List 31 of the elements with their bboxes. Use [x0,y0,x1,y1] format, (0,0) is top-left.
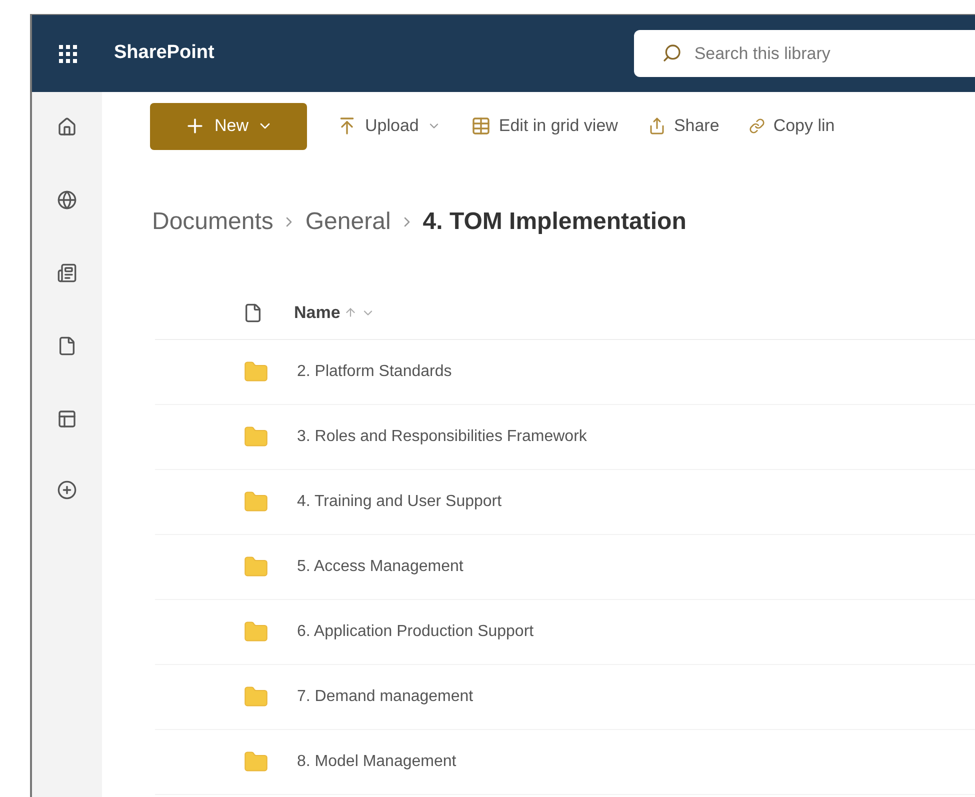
folder-name[interactable]: 3. Roles and Responsibilities Framework [297,425,587,449]
file-icon[interactable] [57,336,77,356]
search-field[interactable]: Search this library [634,30,975,77]
breadcrumb-link[interactable]: 4. TOM Implementation [422,204,686,240]
copy-link-button[interactable]: Copy lin [749,113,835,139]
search-icon [662,43,682,63]
file-type-icon [243,302,263,322]
new-button[interactable]: New [150,102,307,150]
link-icon [749,118,766,134]
folder-name[interactable]: 7. Demand management [297,685,474,709]
folder-name[interactable]: 5. Access Management [297,555,464,579]
app-title: SharePoint [114,41,214,66]
home-icon[interactable] [57,117,77,137]
share-button[interactable]: Share [648,113,720,139]
folder-name[interactable]: 4. Training and User Support [297,490,502,514]
globe-icon[interactable] [57,190,77,210]
breadcrumb-link[interactable]: Documents [152,204,274,240]
list-icon[interactable] [57,409,77,429]
grid-icon [470,116,491,136]
add-icon[interactable] [57,480,77,500]
breadcrumb-link[interactable]: General [305,204,391,240]
share-icon [648,117,666,135]
news-icon[interactable] [57,263,77,283]
folder-name[interactable]: 8. Model Management [297,750,456,774]
folder-name[interactable]: 6. Application Production Support [297,620,534,644]
folder-name[interactable]: 2. Platform Standards [297,360,452,384]
name-column-header[interactable]: Name [294,300,376,326]
upload-button[interactable]: Upload [337,113,441,139]
grid-view-button[interactable]: Edit in grid view [470,113,618,139]
app-launcher-icon[interactable] [59,44,77,62]
sort-ascending-icon [344,306,358,319]
